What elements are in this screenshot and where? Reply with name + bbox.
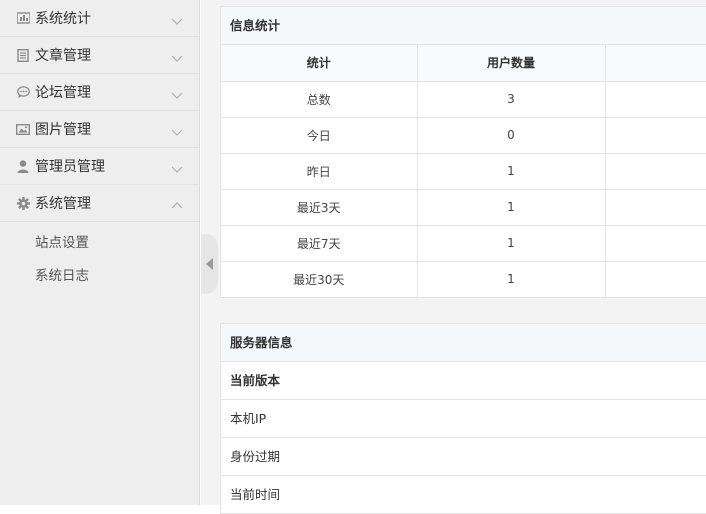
stat-label: 昨日 bbox=[221, 153, 418, 190]
stat-label: 最近7天 bbox=[221, 225, 418, 262]
stat-extra bbox=[605, 189, 706, 226]
stat-extra bbox=[605, 225, 706, 262]
info-row-current-time: 当前时间 bbox=[221, 476, 706, 514]
stat-label: 最近30天 bbox=[221, 261, 418, 297]
sidebar-item-system-manage[interactable]: 系统管理 bbox=[0, 185, 199, 222]
sidebar-item-label: 图片管理 bbox=[35, 122, 91, 138]
chevron-down-icon bbox=[171, 12, 183, 25]
caret-left-icon bbox=[206, 255, 213, 274]
stat-value: 1 bbox=[417, 153, 606, 190]
table-row: 昨日 1 bbox=[221, 153, 706, 190]
gear-icon bbox=[16, 196, 30, 210]
table-row: 最近7天 1 bbox=[221, 225, 706, 262]
sidebar: 系统统计 文章管理 论坛管理 图片管理 管理员管理 系统管理 站点设置 系统日志 bbox=[0, 0, 200, 505]
user-icon bbox=[16, 159, 30, 173]
stats-table: 统计 用户数量 总数 3 今日 0 昨日 1 最近3天 1 最近7天 1 最近3… bbox=[221, 45, 706, 297]
column-header-stat: 统计 bbox=[221, 45, 418, 82]
stat-label: 总数 bbox=[221, 81, 418, 118]
article-icon bbox=[16, 48, 30, 62]
table-row: 最近3天 1 bbox=[221, 189, 706, 226]
stat-value: 1 bbox=[417, 189, 606, 226]
table-row: 最近30天 1 bbox=[221, 261, 706, 297]
chevron-down-icon bbox=[171, 160, 183, 173]
stat-value: 3 bbox=[417, 81, 606, 118]
stat-extra bbox=[605, 81, 706, 118]
sidebar-item-label: 文章管理 bbox=[35, 48, 91, 64]
stat-value: 0 bbox=[417, 117, 606, 154]
chevron-up-icon bbox=[171, 197, 183, 209]
info-row-version: 当前版本 bbox=[221, 362, 706, 400]
table-row: 今日 0 bbox=[221, 117, 706, 154]
sidebar-collapse-handle[interactable] bbox=[201, 234, 218, 294]
column-header-user-count: 用户数量 bbox=[417, 45, 606, 82]
stat-extra bbox=[605, 153, 706, 190]
chevron-down-icon bbox=[171, 86, 183, 99]
table-header-row: 统计 用户数量 bbox=[221, 45, 706, 82]
sidebar-subitem-site-settings[interactable]: 站点设置 bbox=[0, 227, 199, 260]
stat-value: 1 bbox=[417, 261, 606, 297]
sidebar-item-forum-manage[interactable]: 论坛管理 bbox=[0, 74, 199, 111]
stat-label: 今日 bbox=[221, 117, 418, 154]
stat-extra bbox=[605, 117, 706, 154]
sidebar-item-system-stats[interactable]: 系统统计 bbox=[0, 0, 199, 37]
chat-icon bbox=[16, 85, 30, 99]
system-manage-submenu: 站点设置 系统日志 bbox=[0, 222, 199, 293]
sidebar-item-label: 系统管理 bbox=[35, 196, 91, 212]
stat-extra bbox=[605, 261, 706, 297]
stats-panel: 信息统计 统计 用户数量 总数 3 今日 0 昨日 1 最近3天 1 最近7天 … bbox=[220, 6, 706, 298]
stat-label: 最近3天 bbox=[221, 189, 418, 226]
info-row-local-ip: 本机IP bbox=[221, 400, 706, 438]
table-row: 总数 3 bbox=[221, 81, 706, 118]
main-content: 信息统计 统计 用户数量 总数 3 今日 0 昨日 1 最近3天 1 最近7天 … bbox=[201, 0, 706, 514]
chevron-down-icon bbox=[171, 49, 183, 62]
chevron-down-icon bbox=[171, 123, 183, 136]
sidebar-item-label: 管理员管理 bbox=[35, 159, 105, 175]
sidebar-item-image-manage[interactable]: 图片管理 bbox=[0, 111, 199, 148]
sidebar-item-admin-manage[interactable]: 管理员管理 bbox=[0, 148, 199, 185]
server-panel-title: 服务器信息 bbox=[221, 324, 706, 362]
image-icon bbox=[16, 122, 30, 136]
sidebar-item-article-manage[interactable]: 文章管理 bbox=[0, 37, 199, 74]
column-header-extra bbox=[605, 45, 706, 82]
server-panel: 服务器信息 当前版本 本机IP 身份过期 当前时间 bbox=[220, 323, 706, 514]
stats-panel-title: 信息统计 bbox=[221, 7, 706, 45]
info-row-session-expiry: 身份过期 bbox=[221, 438, 706, 476]
stats-icon bbox=[16, 11, 30, 25]
sidebar-subitem-system-log[interactable]: 系统日志 bbox=[0, 260, 199, 293]
sidebar-item-label: 论坛管理 bbox=[35, 85, 91, 101]
stat-value: 1 bbox=[417, 225, 606, 262]
sidebar-item-label: 系统统计 bbox=[35, 11, 91, 27]
